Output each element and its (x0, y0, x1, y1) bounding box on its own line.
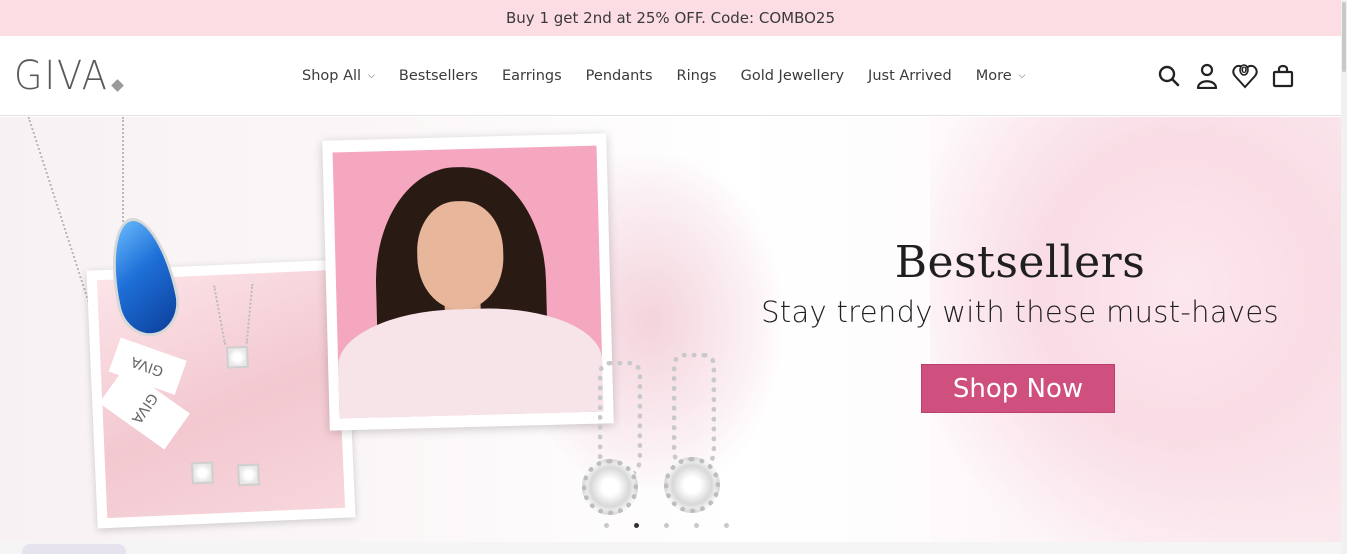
promo-text: Bestsellers Stay trendy with these must-… (760, 235, 1280, 329)
chevron-down-icon: ⌵ (368, 71, 375, 81)
carousel-dot-1[interactable] (604, 523, 609, 528)
hero-banner[interactable]: GIVA GIVA Bestsellers Stay trendy with t… (0, 117, 1341, 542)
chat-widget[interactable] (22, 544, 126, 554)
nav-label: Earrings (501, 68, 562, 84)
nav-gold-jewellery[interactable]: Gold Jewellery (741, 68, 844, 84)
halo-earring (664, 457, 720, 513)
giva-logo[interactable]: GIVA (14, 52, 124, 99)
wishlist-count: 0 (1241, 66, 1248, 76)
stud-earring (190, 461, 214, 485)
nav-label: Pendants (585, 68, 653, 84)
nav-label: More (975, 68, 1012, 84)
hero-subtitle: Stay trendy with these must-haves (761, 295, 1279, 329)
site-header: GIVA Shop All ⌵ Bestsellers Earrings Pen… (0, 36, 1341, 116)
drop-earring (672, 353, 716, 473)
nav-label: Rings (676, 68, 717, 84)
stud-earring (237, 463, 261, 487)
nav-rings[interactable]: Rings (677, 68, 717, 84)
cart-icon[interactable] (1270, 62, 1296, 90)
background-swash (930, 117, 1341, 542)
tag-text: GIVA (128, 390, 161, 427)
nav-bestsellers[interactable]: Bestsellers (399, 68, 478, 84)
solitaire-pendant (225, 345, 249, 369)
nav-earrings[interactable]: Earrings (502, 68, 562, 84)
diamond-icon (111, 79, 124, 92)
scrollbar-thumb[interactable] (1342, 2, 1346, 72)
pendant-chain (245, 283, 254, 344)
announcement-bar: Buy 1 get 2nd at 25% OFF. Code: COMBO25 (0, 0, 1341, 36)
model-portrait (332, 145, 604, 419)
nav-just-arrived[interactable]: Just Arrived (868, 68, 952, 84)
main-nav: Shop All ⌵ Bestsellers Earrings Pendants… (302, 36, 1049, 116)
model-photo-card (322, 133, 614, 431)
nav-pendants[interactable]: Pendants (586, 68, 653, 84)
halo-earring (582, 459, 638, 515)
announcement-text: Buy 1 get 2nd at 25% OFF. Code: COMBO25 (506, 9, 835, 27)
hero-title: Bestsellers (894, 237, 1146, 288)
account-icon[interactable] (1194, 62, 1220, 90)
carousel-dot-5[interactable] (724, 523, 729, 528)
page-section-divider (0, 542, 1341, 554)
nav-more[interactable]: More ⌵ (976, 68, 1026, 84)
nav-label: Bestsellers (398, 68, 478, 84)
shop-now-button[interactable]: Shop Now (921, 364, 1115, 413)
carousel-dot-2[interactable] (634, 523, 639, 528)
wishlist-icon[interactable]: 0 (1232, 62, 1258, 90)
scrollbar[interactable] (1341, 0, 1347, 554)
pendant-chain (213, 285, 227, 345)
logo-text: GIVA (14, 53, 109, 99)
carousel-dot-3[interactable] (664, 523, 669, 528)
carousel-dots (604, 523, 754, 528)
header-icons: 0 (1156, 60, 1308, 92)
model-face (415, 200, 505, 311)
chevron-down-icon: ⌵ (1018, 71, 1026, 81)
search-icon[interactable] (1156, 62, 1182, 90)
nav-shop-all[interactable]: Shop All ⌵ (302, 68, 375, 84)
carousel-dot-4[interactable] (694, 523, 699, 528)
nav-label: Shop All (302, 68, 362, 84)
nav-label: Gold Jewellery (740, 68, 845, 84)
nav-label: Just Arrived (868, 68, 952, 84)
